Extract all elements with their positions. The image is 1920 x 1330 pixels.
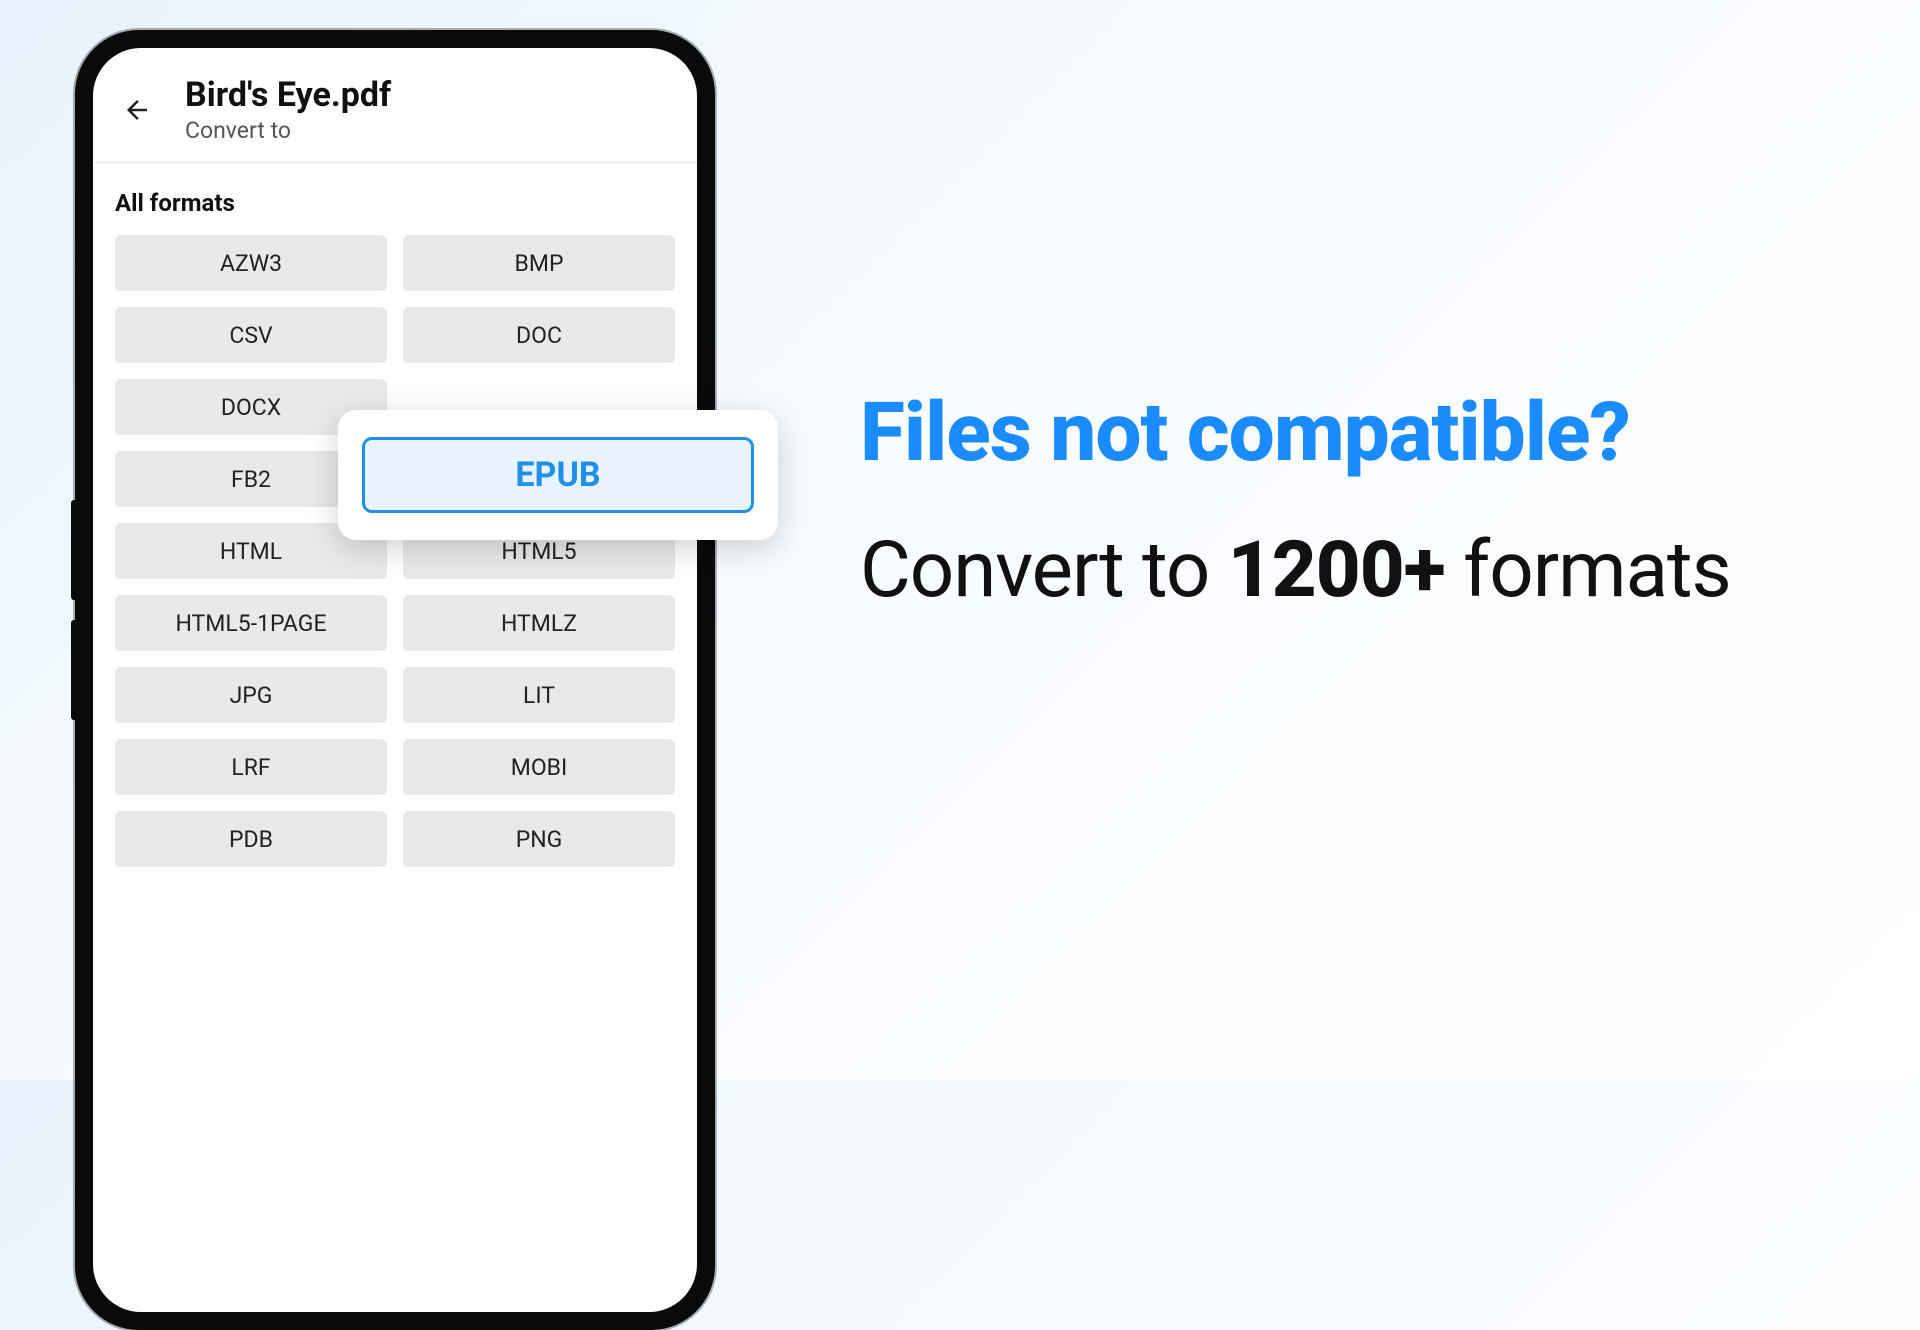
format-jpg[interactable]: JPG — [115, 667, 387, 723]
marketing-sub-suffix: formats — [1445, 525, 1731, 616]
header-text: Bird's Eye.pdf Convert to — [185, 76, 391, 144]
file-subtitle: Convert to — [185, 117, 391, 144]
format-bmp[interactable]: BMP — [403, 235, 675, 291]
highlight-card: EPUB — [338, 410, 778, 540]
format-mobi[interactable]: MOBI — [403, 739, 675, 795]
marketing-headline: Files not compatible? — [860, 390, 1860, 476]
marketing-sub-bold: 1200+ — [1228, 525, 1445, 616]
format-png[interactable]: PNG — [403, 811, 675, 867]
format-html5-1page[interactable]: HTML5-1PAGE — [115, 595, 387, 651]
format-doc[interactable]: DOC — [403, 307, 675, 363]
format-lit[interactable]: LIT — [403, 667, 675, 723]
marketing-subline: Convert to 1200+ formats — [860, 522, 1860, 620]
phone-screen: Bird's Eye.pdf Convert to All formats AZ… — [93, 48, 697, 1312]
phone-volume-down — [71, 620, 77, 720]
format-htmlz[interactable]: HTMLZ — [403, 595, 675, 651]
format-grid: AZW3 BMP CSV DOC DOCX FB2 GIF HTML HTML5… — [93, 235, 697, 867]
format-csv[interactable]: CSV — [115, 307, 387, 363]
phone-frame: Bird's Eye.pdf Convert to All formats AZ… — [75, 30, 715, 1330]
format-azw3[interactable]: AZW3 — [115, 235, 387, 291]
format-pdb[interactable]: PDB — [115, 811, 387, 867]
back-button[interactable] — [115, 88, 159, 132]
arrow-left-icon — [122, 95, 152, 125]
marketing-sub-prefix: Convert to — [860, 525, 1228, 616]
section-label-all-formats: All formats — [93, 163, 697, 235]
format-lrf[interactable]: LRF — [115, 739, 387, 795]
format-epub-highlight[interactable]: EPUB — [362, 437, 754, 513]
marketing-copy: Files not compatible? Convert to 1200+ f… — [860, 390, 1860, 620]
app-header: Bird's Eye.pdf Convert to — [93, 48, 697, 163]
phone-volume-up — [71, 500, 77, 600]
file-title: Bird's Eye.pdf — [185, 76, 391, 115]
